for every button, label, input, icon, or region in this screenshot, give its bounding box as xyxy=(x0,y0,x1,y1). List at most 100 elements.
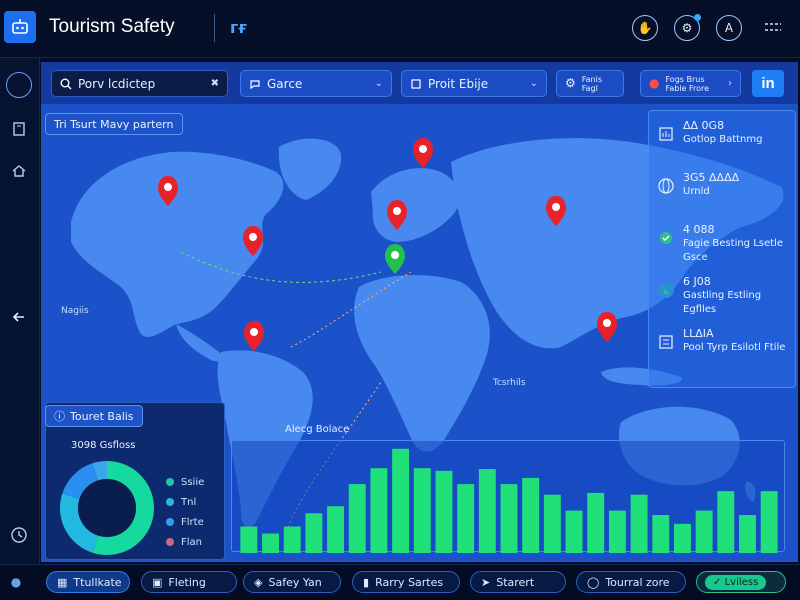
map-icon: ▦ xyxy=(57,575,68,589)
bar[interactable] xyxy=(652,515,670,553)
chat-icon xyxy=(250,79,260,89)
bar[interactable] xyxy=(565,510,583,553)
rail-book[interactable] xyxy=(6,116,32,142)
gear-icon: ⚙ xyxy=(565,76,576,90)
nav-item[interactable]: ➤ Starert xyxy=(470,571,566,593)
nav-item-active[interactable]: ✓ Lviless xyxy=(696,571,786,593)
bar-chart-card xyxy=(231,440,786,553)
stat-value: 3G5 ΔΔΔΔ xyxy=(683,171,740,184)
bar[interactable] xyxy=(695,510,713,553)
profile-dropdown[interactable]: Proit Ebije ⌄ xyxy=(401,70,547,97)
user-icon xyxy=(411,78,421,89)
donut-subtitle: 3098 Gsfloss xyxy=(71,440,136,451)
bar[interactable] xyxy=(739,515,756,553)
bar[interactable] xyxy=(240,526,258,554)
location-line-1: Fogs Brus xyxy=(665,74,705,84)
app-title: Tourism Safety xyxy=(49,16,175,37)
bar[interactable] xyxy=(630,494,648,553)
bottom-nav: ● ▦ Ttullkate ▣ Fleting ◈ Safey Yan ▮ Ra… xyxy=(0,564,800,600)
nav-item[interactable]: ◯ Tourral zore xyxy=(576,571,686,593)
legend-label: Flan xyxy=(181,536,202,548)
bar-chart[interactable] xyxy=(232,441,786,553)
search-input[interactable]: Porv lcdictep xyxy=(78,77,155,91)
bar[interactable] xyxy=(348,484,366,553)
legend-label: Ssiie xyxy=(181,476,205,488)
bar[interactable] xyxy=(392,448,410,553)
rail-home[interactable] xyxy=(6,158,32,184)
pin-dot xyxy=(249,233,257,241)
nav-label: Ttullkate xyxy=(73,575,122,589)
stat-card[interactable]: LLΔIA Pool Tyrp Esilotl Ftile xyxy=(655,327,793,377)
stat-card[interactable]: 4 088 Fagie Besting Lsetle Gsce xyxy=(655,223,793,273)
stat-label: Pool Tyrp Esilotl Ftile xyxy=(683,342,786,353)
nav-label: Starert xyxy=(496,575,535,589)
list-icon xyxy=(655,331,677,353)
search-field[interactable]: Porv lcdictep ✖ xyxy=(51,70,228,97)
chevron-right-icon: › xyxy=(728,78,732,89)
bar[interactable] xyxy=(327,506,345,553)
nav-item[interactable]: ▦ Ttullkate xyxy=(46,571,130,593)
arrow-left-icon xyxy=(12,312,24,322)
bar[interactable] xyxy=(457,484,475,553)
linkedin-button[interactable]: in xyxy=(752,70,784,97)
bar[interactable] xyxy=(262,533,279,553)
bar[interactable] xyxy=(608,510,626,553)
chevron-down-icon: ⌄ xyxy=(374,78,383,89)
clear-icon[interactable]: ✖ xyxy=(211,78,219,89)
legend-item: Flan xyxy=(166,532,204,552)
brand-glyph: гғ xyxy=(230,18,248,37)
rail-back[interactable] xyxy=(6,304,32,330)
dot-icon: ● xyxy=(10,575,22,589)
rail-compass[interactable] xyxy=(6,72,32,98)
stat-card[interactable]: ΔΔ 0G8 Gotlop Battnmg xyxy=(655,119,793,169)
bar[interactable] xyxy=(717,491,735,553)
donut-legend: Ssiie Tnl Flrte Flan xyxy=(166,472,204,552)
stat-value: 4 088 xyxy=(683,223,715,236)
bookmark-icon: ▮ xyxy=(363,575,370,589)
nav-item[interactable]: ▮ Rarry Sartes xyxy=(352,571,460,593)
bar[interactable] xyxy=(478,469,496,553)
bar[interactable] xyxy=(543,494,561,553)
account-button[interactable]: A xyxy=(716,15,742,41)
donut-chip[interactable]: ⓘ Touret Balis xyxy=(45,405,143,427)
stat-card[interactable]: 3G5 ΔΔΔΔ Urnld xyxy=(655,171,793,221)
menu-icon[interactable] xyxy=(765,22,781,34)
globe-icon: ◯ xyxy=(587,575,600,589)
bottom-globe[interactable]: ● xyxy=(6,571,26,593)
robot-icon xyxy=(12,19,28,34)
map-layer-chip[interactable]: Tri Tsurt Mavy partern xyxy=(45,113,183,135)
category-dropdown-label: Garce xyxy=(267,76,303,91)
title-divider xyxy=(214,14,215,42)
check-circle-icon: ✓ xyxy=(713,576,722,588)
bar[interactable] xyxy=(370,468,388,553)
legend-label: Flrte xyxy=(181,516,204,528)
category-dropdown[interactable]: Garce ⌄ xyxy=(240,70,392,97)
filter-button[interactable]: ⚙ Fanis Fagl xyxy=(556,70,624,97)
folder-icon: ▣ xyxy=(152,575,163,589)
bar[interactable] xyxy=(760,491,778,553)
bar[interactable] xyxy=(413,468,431,553)
bar[interactable] xyxy=(673,523,691,553)
app-logo[interactable] xyxy=(4,11,36,43)
globe-icon xyxy=(655,175,677,197)
donut-chart[interactable] xyxy=(57,458,157,558)
stat-card[interactable]: 6 J08 Gastling Estling Egflles xyxy=(655,275,793,325)
bar-chart-caption: Alecg Bolace xyxy=(285,424,350,435)
donut-slice[interactable] xyxy=(92,461,108,481)
location-button[interactable]: ● Fogs Brus Fable Frore › xyxy=(640,70,741,97)
nav-item[interactable]: ◈ Safey Yan xyxy=(243,571,341,593)
legend-item: Flrte xyxy=(166,512,204,532)
bar[interactable] xyxy=(305,513,323,553)
pin-dot xyxy=(393,207,401,215)
rail-history[interactable] xyxy=(6,522,32,548)
stat-value: 6 J08 xyxy=(683,275,711,288)
settings-button[interactable]: ⚙ xyxy=(674,14,701,41)
nav-item[interactable]: ▣ Fleting xyxy=(141,571,237,593)
compass-icon xyxy=(16,82,22,88)
hand-button[interactable]: ✋ xyxy=(632,15,658,41)
bar[interactable] xyxy=(435,470,453,553)
bar[interactable] xyxy=(500,484,518,553)
bar[interactable] xyxy=(283,526,301,554)
bar[interactable] xyxy=(587,492,605,553)
bar[interactable] xyxy=(522,477,540,553)
